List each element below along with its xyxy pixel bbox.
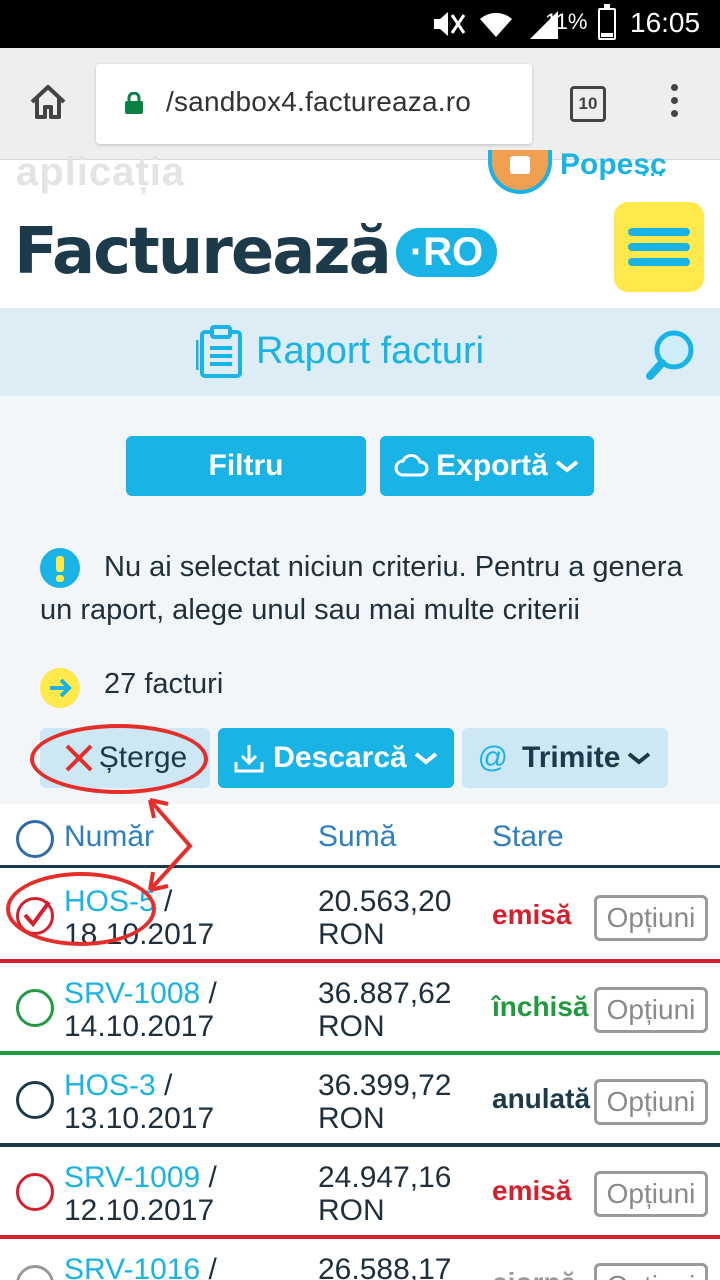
invoice-currency: RON — [318, 1102, 385, 1135]
table-row[interactable]: HOS-5 / 18.10.2017 20.563,20 RON emisă Opțiu… — [0, 871, 720, 963]
options-button[interactable]: Opțiuni — [594, 1171, 708, 1217]
invoice-link[interactable]: SRV-1009 — [64, 1161, 200, 1194]
download-button-label: Descarcă — [273, 741, 407, 774]
mute-icon — [434, 12, 466, 36]
export-dropdown-button[interactable]: Exportă — [380, 436, 594, 496]
chevron-down-icon — [628, 752, 651, 765]
invoice-currency: RON — [318, 1194, 385, 1227]
table-row[interactable]: HOS-3 / 13.10.2017 36.399,72 RON anulată Opț… — [0, 1055, 720, 1147]
status-badge: ciornă — [492, 1267, 576, 1280]
invoice-sum: 24.947,16 RON — [318, 1161, 451, 1227]
overflow-menu-icon[interactable] — [668, 84, 680, 124]
chevron-down-icon — [555, 460, 579, 473]
options-button[interactable]: Opțiuni — [594, 1263, 708, 1280]
status-badge: emisă — [492, 1175, 572, 1206]
header-number[interactable]: Număr — [64, 820, 154, 854]
status-badge: emisă — [492, 899, 572, 930]
options-button[interactable]: Opțiuni — [594, 895, 708, 941]
invoice-amount: 26.588,17 — [318, 1253, 452, 1280]
table-row[interactable]: SRV-1009 / 12.10.2017 24.947,16 RON emisă Op… — [0, 1147, 720, 1239]
browser-toolbar: /sandbox4.factureaza.ro 10 — [0, 48, 720, 160]
invoice-sum: 26.588,17 — [318, 1253, 451, 1280]
delete-button-label: Șterge — [98, 741, 188, 774]
header-status[interactable]: Stare — [492, 820, 564, 854]
row-select-checkbox[interactable] — [16, 989, 54, 1027]
logo-domain-pill: ·RO — [395, 227, 498, 277]
hamburger-menu-button[interactable] — [614, 202, 704, 292]
status-bar: 11% 16:05 — [0, 0, 720, 48]
row-select-checkbox[interactable] — [16, 1265, 54, 1280]
invoice-link[interactable]: HOS-5 — [64, 885, 156, 918]
clipboard-icon — [196, 325, 242, 378]
at-icon: @ — [477, 741, 509, 774]
site-logo[interactable]: Facturează ·RO — [14, 212, 498, 292]
invoice-link[interactable]: SRV-1016 — [64, 1253, 200, 1280]
close-icon — [65, 744, 93, 772]
invoice-amount: 36.399,72 — [318, 1069, 452, 1102]
status-badge: anulată — [492, 1083, 591, 1114]
invoice-number: SRV-1009 / 12.10.2017 — [64, 1161, 314, 1227]
row-select-checkbox[interactable] — [16, 1081, 54, 1119]
invoice-count: 27 facturi — [104, 668, 224, 700]
search-icon[interactable] — [646, 328, 696, 382]
invoice-number: HOS-3 / 13.10.2017 — [64, 1069, 314, 1135]
tab-switcher-button[interactable]: 10 — [570, 86, 606, 122]
chevron-down-icon — [414, 752, 437, 765]
table-header: Număr Sumă Stare — [0, 804, 720, 868]
page-title: Raport facturi — [256, 330, 485, 372]
send-button-label: Trimite — [522, 741, 621, 774]
invoice-table: Număr Sumă Stare HOS-5 / 18.10.2017 20.56… — [0, 804, 720, 1280]
invoice-sum: 36.399,72 RON — [318, 1069, 451, 1135]
home-icon[interactable] — [26, 80, 70, 124]
header-sum[interactable]: Sumă — [318, 820, 396, 854]
invoice-link[interactable]: SRV-1008 — [64, 977, 200, 1010]
site-header: aplicația Popesc ... Facturează ·RO — [0, 148, 720, 308]
battery-percent: 11% — [545, 9, 588, 34]
export-button-label: Exportă — [436, 449, 548, 482]
filter-button[interactable]: Filtru — [126, 436, 366, 496]
url-text: /sandbox4.factureaza.ro — [166, 86, 472, 117]
lock-icon — [125, 92, 143, 114]
address-bar[interactable]: /sandbox4.factureaza.ro — [96, 64, 532, 144]
table-row[interactable]: SRV-1016 /26.588,17ciornăOpțiuni — [0, 1239, 720, 1280]
app-label: aplicația — [16, 150, 186, 194]
table-row[interactable]: SRV-1008 / 14.10.2017 36.887,62 RON închisă… — [0, 963, 720, 1055]
row-select-checkbox[interactable] — [16, 1173, 54, 1211]
arrow-right-icon — [40, 668, 80, 708]
invoice-amount: 20.563,20 — [318, 885, 452, 918]
invoice-amount: 36.887,62 — [318, 977, 452, 1010]
logo-text: Facturează — [14, 215, 392, 289]
row-select-checkbox[interactable] — [16, 897, 54, 935]
invoice-number: HOS-5 / 18.10.2017 — [64, 885, 314, 951]
wifi-icon — [480, 12, 512, 37]
options-button[interactable]: Opțiuni — [594, 1079, 708, 1125]
page-title-bar: Raport facturi — [0, 308, 720, 396]
invoice-amount: 24.947,16 — [318, 1161, 452, 1194]
info-message: Nu ai selectat niciun criteriu. Pentru a… — [40, 551, 683, 626]
clock: 16:05 — [630, 7, 701, 38]
invoice-sum: 36.887,62 RON — [318, 977, 451, 1043]
battery-icon — [598, 4, 616, 40]
status-icons — [430, 8, 560, 40]
delete-button[interactable]: Șterge — [40, 728, 210, 788]
user-avatar[interactable] — [488, 150, 552, 194]
options-button[interactable]: Opțiuni — [594, 987, 708, 1033]
send-dropdown-button[interactable]: @ Trimite — [462, 728, 668, 788]
download-icon — [234, 745, 264, 773]
cloud-icon — [394, 454, 429, 477]
invoice-number: SRV-1016 / — [64, 1253, 314, 1280]
invoice-link[interactable]: HOS-3 — [64, 1069, 156, 1102]
checkmark-icon — [23, 900, 51, 928]
filter-button-label: Filtru — [208, 449, 284, 482]
select-all-checkbox[interactable] — [16, 820, 54, 858]
download-dropdown-button[interactable]: Descarcă — [218, 728, 454, 788]
user-name-ellipsis: ... — [640, 150, 666, 183]
status-badge: închisă — [492, 991, 589, 1022]
invoice-number: SRV-1008 / 14.10.2017 — [64, 977, 314, 1043]
invoice-date: / — [200, 1253, 217, 1280]
invoice-sum: 20.563,20 RON — [318, 885, 451, 951]
invoice-currency: RON — [318, 918, 385, 951]
invoice-currency: RON — [318, 1010, 385, 1043]
